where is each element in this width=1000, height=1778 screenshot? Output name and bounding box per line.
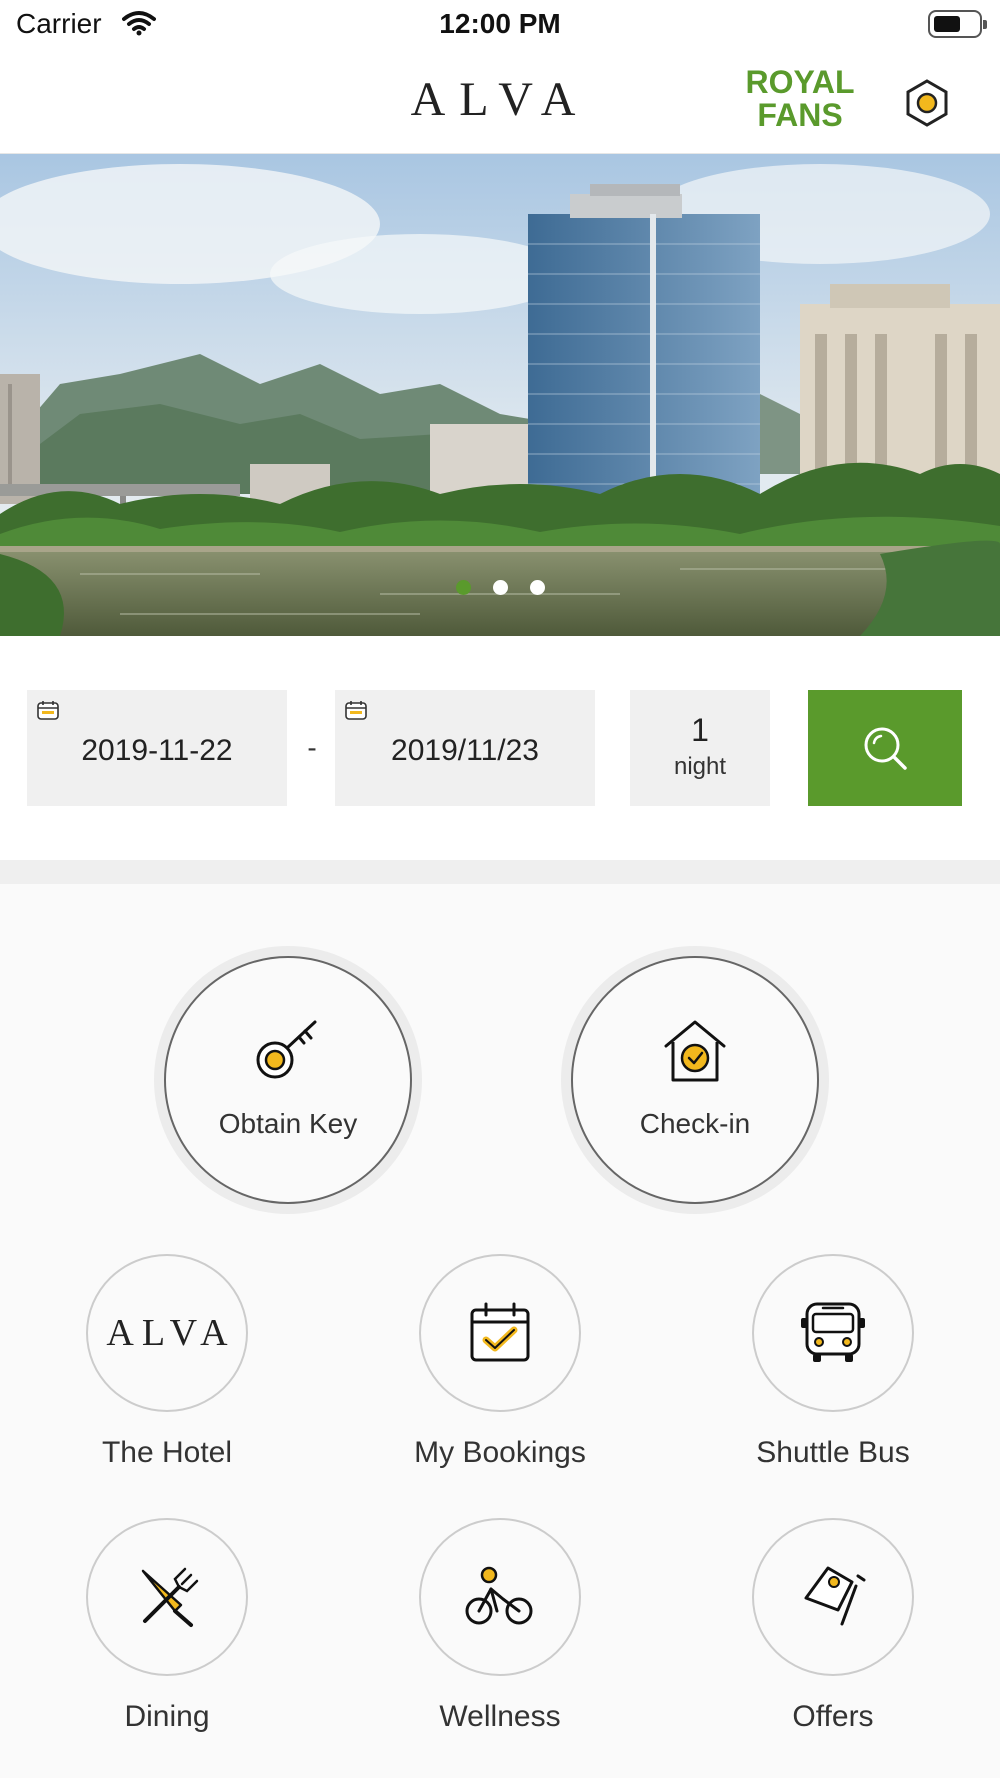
app-header: ALVA ROYAL FANS (0, 50, 1000, 154)
status-bar: Carrier 12:00 PM (0, 0, 1000, 50)
battery-icon (928, 10, 987, 38)
royal-fans-link[interactable]: ROYAL FANS (740, 66, 860, 132)
check-in-date-field[interactable]: 2019-11-22 (27, 690, 287, 806)
search-button[interactable] (808, 690, 962, 806)
my-bookings-circle[interactable] (419, 1254, 581, 1412)
nights-count: 1 (691, 712, 709, 748)
nights-label: night (673, 753, 727, 780)
shuttle-bus-label: Shuttle Bus (756, 1436, 910, 1469)
check-out-date: 2019/11/23 (391, 734, 539, 767)
dining-tile[interactable]: Dining (67, 1518, 267, 1734)
booking-bar: 2019-11-22 - 2019/11/23 1 night (0, 636, 1000, 860)
dining-label: Dining (124, 1700, 210, 1733)
obtain-key-label: Obtain Key (218, 1108, 358, 1139)
search-icon (864, 727, 907, 770)
check-in-date: 2019-11-22 (81, 734, 233, 767)
fork-knife-icon (141, 1567, 199, 1627)
wellness-label: Wellness (439, 1700, 561, 1733)
my-bookings-tile[interactable]: My Bookings (400, 1254, 600, 1470)
offers-label: Offers (792, 1700, 874, 1733)
carousel-dot-3[interactable] (529, 580, 545, 595)
the-hotel-circle[interactable]: ALVA (86, 1254, 248, 1412)
hero-banner[interactable] (0, 154, 1000, 636)
nights-selector[interactable]: 1 night (630, 690, 770, 806)
calendar-icon (37, 701, 59, 720)
wellness-tile[interactable]: Wellness (400, 1518, 600, 1734)
hotel-photo (0, 154, 1000, 636)
shuttle-bus-circle[interactable] (752, 1254, 914, 1412)
calendar-check-icon (470, 1302, 530, 1362)
key-icon (256, 1020, 317, 1079)
the-hotel-label: The Hotel (101, 1436, 233, 1469)
clock: 12:00 PM (439, 8, 561, 39)
offers-circle[interactable] (752, 1518, 914, 1676)
cyclist-icon (465, 1566, 533, 1625)
alva-logo-icon: ALVA (106, 1312, 236, 1354)
check-in-button[interactable]: Check-in (571, 956, 819, 1204)
house-check-icon (664, 1020, 726, 1082)
wellness-circle[interactable] (419, 1518, 581, 1676)
my-bookings-label: My Bookings (414, 1436, 586, 1469)
hexagon-settings-icon[interactable] (904, 78, 950, 128)
carousel-dot-2[interactable] (492, 580, 508, 595)
the-hotel-tile[interactable]: ALVA The Hotel (67, 1254, 267, 1470)
bus-icon (801, 1302, 865, 1362)
date-separator: - (307, 732, 317, 763)
shuttle-bus-tile[interactable]: Shuttle Bus (733, 1254, 933, 1470)
obtain-key-button[interactable]: Obtain Key (164, 956, 412, 1204)
coupon-icon (804, 1566, 866, 1626)
check-out-date-field[interactable]: 2019/11/23 (335, 690, 595, 806)
check-in-label: Check-in (639, 1108, 751, 1139)
carousel-dot-1[interactable] (455, 580, 471, 595)
carousel-dots[interactable] (0, 580, 1000, 595)
dining-circle[interactable] (86, 1518, 248, 1676)
section-divider (0, 860, 1000, 884)
offers-tile[interactable]: Offers (733, 1518, 933, 1734)
calendar-icon (345, 701, 367, 720)
